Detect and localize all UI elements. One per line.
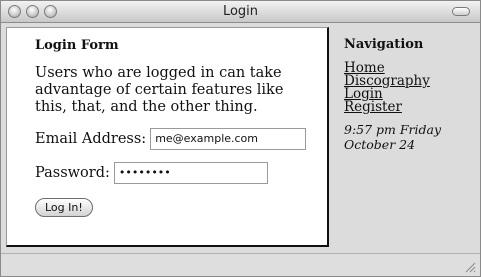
browser-window: Login Login Form Users who are logged in… [0,0,481,277]
password-label: Password: [35,165,110,181]
email-field[interactable]: me@example.com [150,128,307,150]
navigation-heading: Navigation [344,37,424,52]
email-row: Email Address: me@example.com [35,128,327,150]
window-title: Login [222,4,259,19]
nav-link-register[interactable]: Register [344,100,474,114]
title-bar[interactable]: Login [1,1,480,23]
log-in-button[interactable]: Log In! [35,198,93,217]
resize-grip-icon[interactable] [464,261,476,273]
timestamp: 9:57 pm Friday October 24 [344,122,474,152]
timestamp-date: October 24 [344,137,416,152]
form-description: Users who are logged in can take advanta… [35,65,284,115]
timestamp-time: 9:57 pm Friday [344,122,442,137]
form-heading: Login Form [35,38,119,53]
login-form-panel: Login Form Users who are logged in can t… [6,27,329,247]
navigation-sidebar: Navigation Home Discography Login Regist… [344,37,474,152]
password-row: Password: •••••••• [35,162,327,184]
password-field[interactable]: •••••••• [113,162,268,184]
status-bar [1,253,480,276]
email-label: Email Address: [35,131,147,147]
toolbar-toggle-icon[interactable] [452,7,470,16]
